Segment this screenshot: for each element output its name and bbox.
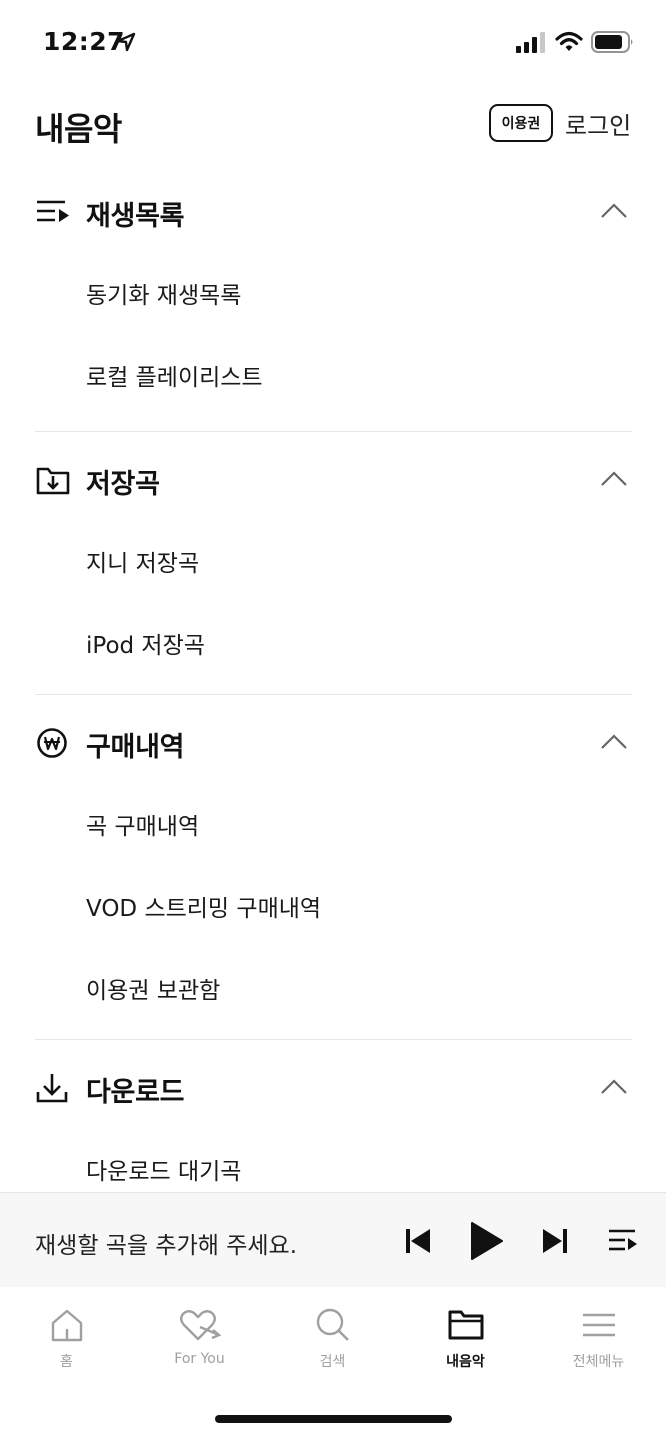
list-item-synced-playlist[interactable]: 동기화 재생목록 xyxy=(0,260,666,342)
chevron-up-icon[interactable] xyxy=(600,470,628,488)
section-downloads: 다운로드 다운로드 대기곡 xyxy=(0,1040,666,1192)
list-item-genie-saved[interactable]: 지니 저장곡 xyxy=(0,528,666,610)
tab-search[interactable]: 검색 xyxy=(266,1307,399,1377)
section-saved-songs: 저장곡 지니 저장곡 iPod 저장곡 xyxy=(0,432,666,695)
list-item-download-queue[interactable]: 다운로드 대기곡 xyxy=(0,1136,666,1192)
tab-bar: 홈 For You 검색 내음악 전체메뉴 xyxy=(0,1287,666,1440)
voucher-button[interactable]: 이용권 xyxy=(489,104,553,142)
list-item-local-playlist[interactable]: 로컬 플레이리스트 xyxy=(0,342,666,424)
tab-label: For You xyxy=(174,1351,225,1367)
tab-label: 검색 xyxy=(319,1354,346,1370)
list-item-voucher-storage[interactable]: 이용권 보관함 xyxy=(0,955,666,1037)
section-title: 구매내역 xyxy=(86,732,185,763)
list-item-label: iPod 저장곡 xyxy=(86,633,205,659)
list-item-vod-purchases[interactable]: VOD 스트리밍 구매내역 xyxy=(0,873,666,955)
list-item-label: 동기화 재생목록 xyxy=(86,283,242,309)
next-track-icon[interactable] xyxy=(542,1227,568,1255)
list-item-label: 로컬 플레이리스트 xyxy=(86,365,263,391)
list-item-song-purchases[interactable]: 곡 구매내역 xyxy=(0,791,666,873)
previous-track-icon[interactable] xyxy=(405,1227,431,1255)
tab-label: 홈 xyxy=(60,1354,73,1370)
tab-all-menu[interactable]: 전체메뉴 xyxy=(532,1307,665,1377)
tab-label: 내음악 xyxy=(446,1354,485,1370)
cellular-signal-icon xyxy=(516,32,545,53)
my-music-content[interactable]: 재생목록 동기화 재생목록 로컬 플레이리스트 저장곡 지니 저장곡 iPod … xyxy=(0,164,666,1192)
section-header-saved-songs[interactable]: 저장곡 xyxy=(0,432,666,528)
wifi-icon xyxy=(555,31,583,51)
mini-player[interactable]: 재생할 곡을 추가해 주세요. xyxy=(0,1192,666,1287)
home-icon xyxy=(51,1309,82,1342)
section-title: 저장곡 xyxy=(86,469,160,500)
playlist-icon xyxy=(37,200,69,222)
queue-icon[interactable] xyxy=(607,1228,639,1254)
menu-icon xyxy=(582,1313,615,1337)
section-purchases: 구매내역 곡 구매내역 VOD 스트리밍 구매내역 이용권 보관함 xyxy=(0,695,666,1040)
status-bar: 12:27 xyxy=(0,0,666,84)
tab-label: 전체메뉴 xyxy=(572,1354,625,1370)
section-header-playlist[interactable]: 재생목록 xyxy=(0,164,666,260)
list-item-label: 이용권 보관함 xyxy=(86,978,221,1004)
page-title: 내음악 xyxy=(35,110,122,148)
list-item-label: VOD 스트리밍 구매내역 xyxy=(86,896,322,922)
folder-download-icon xyxy=(36,467,70,495)
heart-arrow-icon xyxy=(179,1310,221,1341)
section-title: 재생목록 xyxy=(86,201,185,232)
play-icon[interactable] xyxy=(469,1221,503,1261)
won-coin-icon xyxy=(37,728,67,758)
header: 내음악 이용권 로그인 xyxy=(0,84,666,164)
download-icon xyxy=(36,1074,68,1103)
battery-icon xyxy=(591,31,633,53)
list-item-label: 곡 구매내역 xyxy=(86,814,200,840)
mini-player-message: 재생할 곡을 추가해 주세요. xyxy=(35,1233,298,1259)
section-playlist: 재생목록 동기화 재생목록 로컬 플레이리스트 xyxy=(0,164,666,432)
login-button[interactable]: 로그인 xyxy=(565,106,631,141)
section-header-downloads[interactable]: 다운로드 xyxy=(0,1040,666,1136)
section-header-purchases[interactable]: 구매내역 xyxy=(0,695,666,791)
section-title: 다운로드 xyxy=(86,1077,185,1108)
folder-icon xyxy=(448,1310,483,1340)
location-arrow-icon xyxy=(116,32,136,52)
chevron-up-icon[interactable] xyxy=(600,733,628,751)
chevron-up-icon[interactable] xyxy=(600,202,628,220)
list-item-ipod-saved[interactable]: iPod 저장곡 xyxy=(0,610,666,692)
list-item-label: 지니 저장곡 xyxy=(86,551,200,577)
tab-for-you[interactable]: For You xyxy=(133,1307,266,1377)
search-icon xyxy=(316,1308,349,1341)
list-item-label: 다운로드 대기곡 xyxy=(86,1159,242,1185)
tab-home[interactable]: 홈 xyxy=(0,1307,133,1377)
status-time: 12:27 xyxy=(43,27,126,56)
chevron-up-icon[interactable] xyxy=(600,1078,628,1096)
tab-my-music[interactable]: 내음악 xyxy=(399,1307,532,1377)
home-indicator[interactable] xyxy=(215,1415,452,1423)
